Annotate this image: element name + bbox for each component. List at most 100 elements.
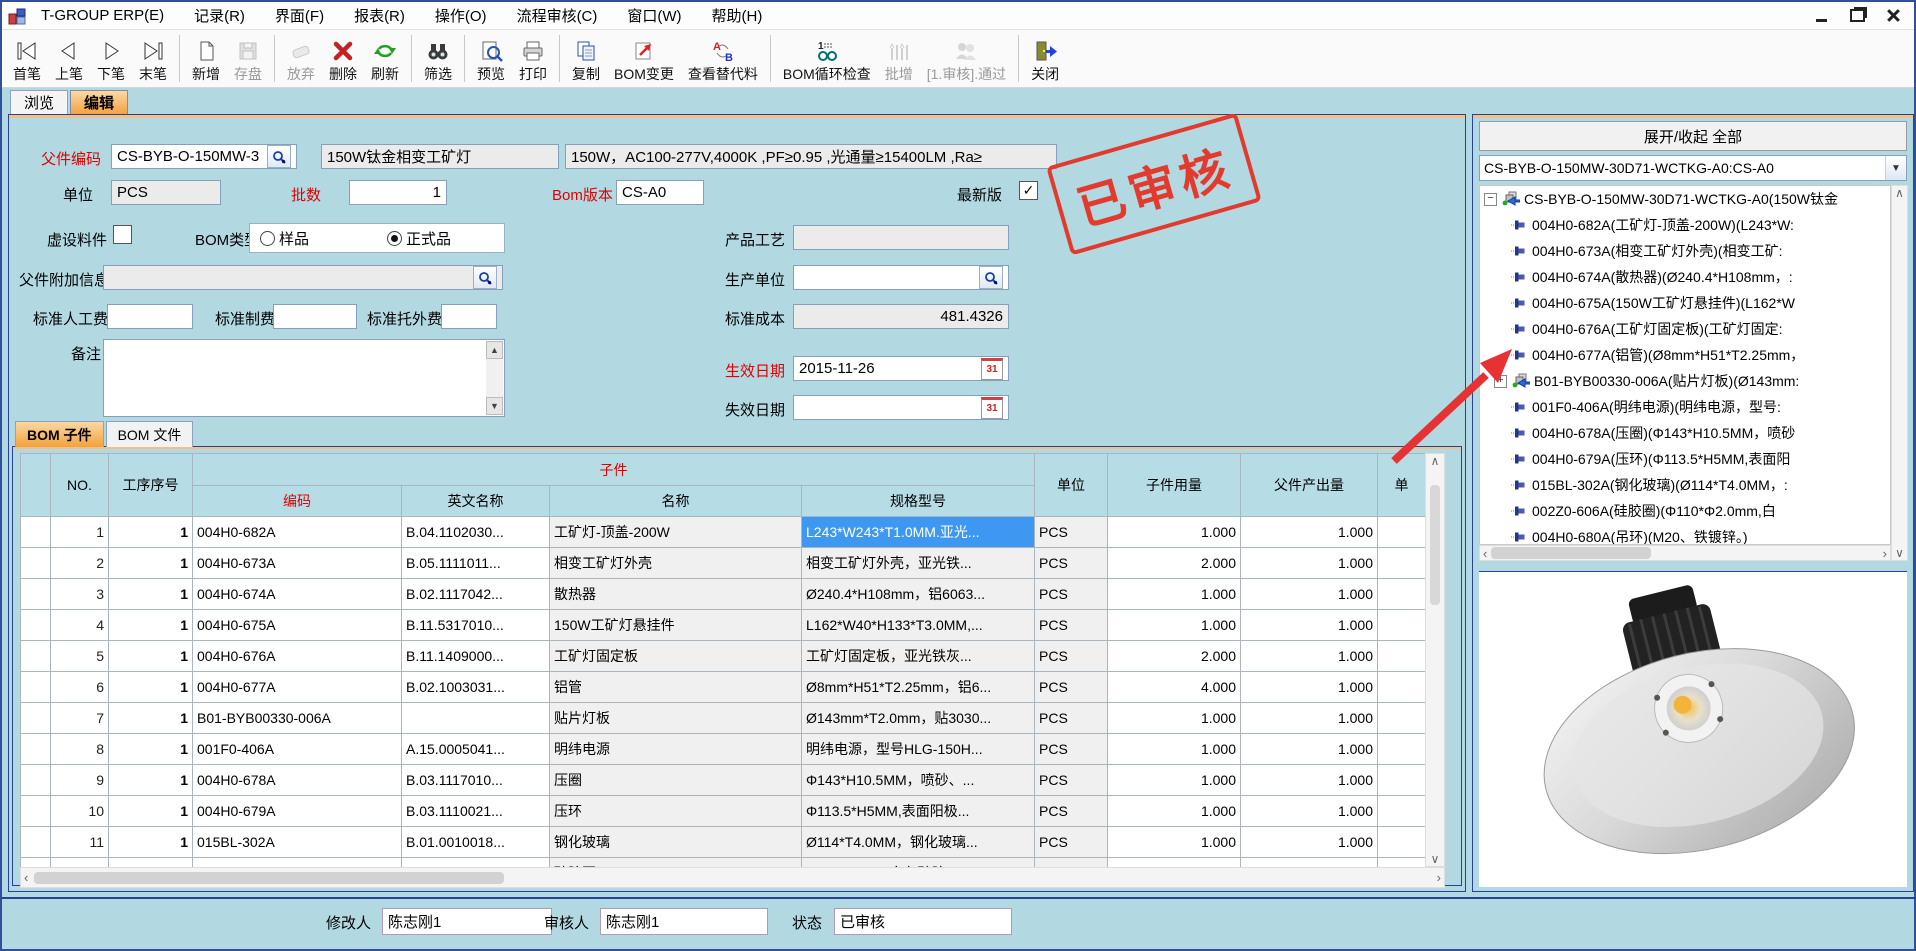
scroll-down-icon[interactable]: ∨ <box>1431 852 1440 866</box>
scrollbar-thumb[interactable] <box>34 872 504 884</box>
scroll-up-icon[interactable]: ∧ <box>1895 186 1904 200</box>
latest-version-checkbox[interactable]: ✓ <box>1019 181 1038 200</box>
minimize-icon[interactable] <box>1810 6 1832 26</box>
calendar-icon[interactable]: 31 <box>981 397 1003 419</box>
scrollbar-thumb[interactable] <box>1430 485 1440 605</box>
table-row[interactable]: 71B01-BYB00330-006A贴片灯板Ø143mm*T2.0mm，贴30… <box>21 703 1426 734</box>
mfg-cost-field[interactable] <box>273 304 357 329</box>
calendar-icon[interactable]: 31 <box>981 358 1003 380</box>
scroll-left-icon[interactable]: ‹ <box>24 870 28 885</box>
scroll-right-icon[interactable]: › <box>1437 870 1441 885</box>
tree-node[interactable]: 004H0-680A(吊环)(M20、铁镀锌。) <box>1480 524 1890 545</box>
table-row[interactable]: 21004H0-673AB.05.1111011...相变工矿灯外壳相变工矿灯外… <box>21 548 1426 579</box>
remark-textarea[interactable]: ▲ ▼ <box>103 339 505 417</box>
table-row[interactable]: 41004H0-675AB.11.5317010...150W工矿灯悬挂件L16… <box>21 610 1426 641</box>
menu-operation[interactable]: 操作(O) <box>420 2 502 29</box>
delete-button[interactable]: 删除 <box>322 30 364 87</box>
parent-code-lookup-icon[interactable] <box>267 145 291 168</box>
tree-node[interactable]: 015BL-302A(钢化玻璃)(Ø114*T4.0MM，: <box>1480 472 1890 498</box>
table-row[interactable]: 61004H0-677AB.02.1003031...铝管Ø8mm*H51*T2… <box>21 672 1426 703</box>
refresh-button[interactable]: 刷新 <box>364 30 406 87</box>
tree-node[interactable]: 002Z0-606A(硅胶圈)(Φ110*Φ2.0mm,白 <box>1480 498 1890 524</box>
tree-node[interactable]: 004H0-679A(压环)(Φ113.5*H5MM,表面阳 <box>1480 446 1890 472</box>
tab-edit[interactable]: 编辑 <box>70 90 128 114</box>
scroll-left-icon[interactable]: ‹ <box>1483 546 1487 561</box>
table-row[interactable]: 81001F0-406AA.15.0005041...明纬电源明纬电源，型号HL… <box>21 734 1426 765</box>
scrollbar-thumb[interactable] <box>1491 547 1651 559</box>
batch-field[interactable]: 1 <box>349 180 447 205</box>
tab-bom-children[interactable]: BOM 子件 <box>15 421 104 447</box>
batch-add-button[interactable]: 批增 <box>878 30 920 87</box>
menu-tgroup-erp[interactable]: T-GROUP ERP(E) <box>26 2 179 29</box>
table-horizontal-scrollbar[interactable]: ‹ › <box>20 867 1445 888</box>
close-button[interactable]: 关闭 <box>1024 30 1066 87</box>
tree-vertical-scrollbar[interactable]: ∧ ∨ <box>1891 185 1908 561</box>
bom-version-field[interactable]: CS-A0 <box>616 180 704 205</box>
discard-button[interactable]: 放弃 <box>280 30 322 87</box>
expire-date-field[interactable]: 31 <box>793 395 1009 420</box>
copy-button[interactable]: 复制 <box>565 30 607 87</box>
table-row[interactable]: 101004H0-679AB.03.1110021...压环Φ113.5*H5M… <box>21 796 1426 827</box>
menu-workflow-audit[interactable]: 流程审核(C) <box>502 2 613 29</box>
prev-record-button[interactable]: 上笔 <box>48 30 90 87</box>
table-row[interactable]: 121002Z0-606AB.12.0540000...硅胶圈Φ110*Φ2.0… <box>21 858 1426 868</box>
expand-collapse-all-button[interactable]: 展开/收起 全部 <box>1479 121 1907 151</box>
bom-loop-check-button[interactable]: 1 BOM循环检查 <box>776 30 878 87</box>
scroll-right-icon[interactable]: › <box>1883 546 1887 561</box>
prod-unit-field[interactable] <box>793 265 1009 290</box>
parent-code-field[interactable]: CS-BYB-O-150MW-3 <box>111 144 297 169</box>
tree-node[interactable]: 001F0-406A(明纬电源)(明纬电源，型号: <box>1480 394 1890 420</box>
tree-node-expandable[interactable]: + B01-BYB00330-006A(贴片灯板)(Ø143mm: <box>1480 368 1890 394</box>
bom-type-radio-formal[interactable]: 正式品 <box>387 228 451 249</box>
close-icon[interactable] <box>1882 6 1904 26</box>
tab-bom-files[interactable]: BOM 文件 <box>106 421 194 447</box>
last-record-button[interactable]: 末笔 <box>132 30 174 87</box>
tree-node[interactable]: 004H0-675A(150W工矿灯悬挂件)(L162*W <box>1480 290 1890 316</box>
first-record-button[interactable]: 首笔 <box>6 30 48 87</box>
scroll-up-icon[interactable]: ▲ <box>486 341 503 359</box>
tree-node[interactable]: 004H0-678A(压圈)(Φ143*H10.5MM，喷砂 <box>1480 420 1890 446</box>
table-row[interactable]: 51004H0-676AB.11.1409000...工矿灯固定板工矿灯固定板，… <box>21 641 1426 672</box>
table-row[interactable]: 91004H0-678AB.03.1117010...压圈Φ143*H10.5M… <box>21 765 1426 796</box>
menu-interface[interactable]: 界面(F) <box>260 2 339 29</box>
filter-button[interactable]: 筛选 <box>417 30 459 87</box>
next-record-button[interactable]: 下笔 <box>90 30 132 87</box>
table-row[interactable]: 111015BL-302AB.01.0010018...钢化玻璃Ø114*T4.… <box>21 827 1426 858</box>
bom-version-dropdown[interactable]: CS-BYB-O-150MW-30D71-WCTKG-A0:CS-A0 ▼ <box>1479 155 1907 181</box>
labor-cost-field[interactable] <box>107 304 193 329</box>
menu-record[interactable]: 记录(R) <box>179 2 260 29</box>
bom-change-button[interactable]: BOM变更 <box>607 30 681 87</box>
tree-root-node[interactable]: − CS-BYB-O-150MW-30D71-WCTKG-A0(150W钛金 <box>1480 186 1890 212</box>
tree-node[interactable]: 004H0-682A(工矿灯-顶盖-200W)(L243*W: <box>1480 212 1890 238</box>
tree-node[interactable]: 004H0-674A(散热器)(Ø240.4*H108mm，: <box>1480 264 1890 290</box>
menu-report[interactable]: 报表(R) <box>339 2 420 29</box>
tree-node[interactable]: 004H0-676A(工矿灯固定板)(工矿灯固定: <box>1480 316 1890 342</box>
remark-scrollbar[interactable]: ▲ ▼ <box>486 341 503 415</box>
prod-unit-lookup-icon[interactable] <box>979 266 1003 289</box>
bom-type-radio-sample[interactable]: 样品 <box>260 228 309 249</box>
scroll-down-icon[interactable]: ∨ <box>1895 546 1904 560</box>
tab-browse[interactable]: 浏览 <box>10 90 68 114</box>
scroll-down-icon[interactable]: ▼ <box>486 397 503 415</box>
approve-pass-button[interactable]: [1.审核].通过 <box>920 30 1013 87</box>
menu-window[interactable]: 窗口(W) <box>612 2 696 29</box>
parent-extra-lookup-icon[interactable] <box>473 266 497 289</box>
save-button[interactable]: 存盘 <box>227 30 269 87</box>
effective-date-field[interactable]: 2015-11-26 31 <box>793 356 1009 381</box>
collapse-minus-icon[interactable]: − <box>1484 193 1497 206</box>
menu-help[interactable]: 帮助(H) <box>697 2 778 29</box>
table-row[interactable]: 31004H0-674AB.02.1117042...散热器Ø240.4*H10… <box>21 579 1426 610</box>
print-button[interactable]: 打印 <box>512 30 554 87</box>
tree-node[interactable]: 004H0-673A(相变工矿灯外壳)(相变工矿: <box>1480 238 1890 264</box>
selected-cell[interactable]: L243*W243*T1.0MM.亚光... <box>802 517 1035 548</box>
view-substitute-button[interactable]: AB 查看替代料 <box>681 30 765 87</box>
add-button[interactable]: 新增 <box>185 30 227 87</box>
table-row[interactable]: 11004H0-682AB.04.1102030...工矿灯-顶盖-200WL2… <box>21 517 1426 548</box>
restore-icon[interactable] <box>1846 6 1868 26</box>
preview-button[interactable]: 预览 <box>470 30 512 87</box>
chevron-down-icon[interactable]: ▼ <box>1885 156 1906 180</box>
table-vertical-scrollbar[interactable]: ∧ ∨ <box>1425 453 1445 867</box>
outsource-cost-field[interactable] <box>441 304 497 329</box>
tree-node[interactable]: 004H0-677A(铝管)(Ø8mm*H51*T2.25mm， <box>1480 342 1890 368</box>
tree-horizontal-scrollbar[interactable]: ‹ › <box>1479 545 1891 561</box>
